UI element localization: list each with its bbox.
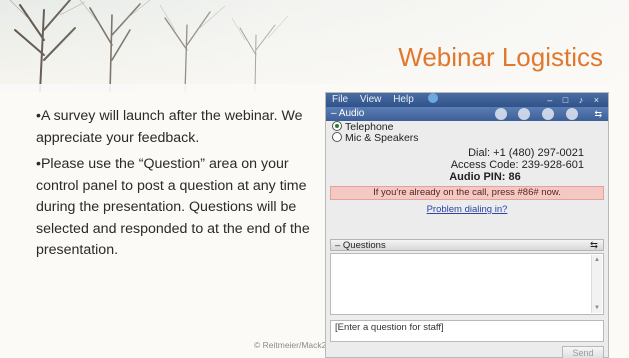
dial-info: Dial: +1 (480) 297-0021 Access Code: 239… — [326, 147, 608, 183]
questions-pin-icon[interactable]: ⇆ — [590, 240, 598, 252]
link-icon[interactable] — [542, 108, 555, 120]
slide-title: Webinar Logistics — [398, 42, 603, 72]
globe-icon[interactable] — [427, 93, 438, 103]
gotowebinar-control-panel: File View Help – □ ♪ × – Audio ⇆ Telepho… — [325, 92, 609, 358]
panel-menubar: File View Help – □ ♪ × — [326, 93, 608, 107]
questions-header-label: – Questions — [335, 240, 386, 251]
problem-dialing-link[interactable]: Problem dialing in? — [326, 204, 608, 215]
menu-help[interactable]: Help — [393, 94, 414, 105]
bullet-questions: •Please use the “Question” area on your … — [36, 156, 310, 258]
questions-section-header[interactable]: – Questions ⇆ — [330, 239, 604, 251]
access-code: Access Code: 239-928-601 — [450, 159, 584, 171]
dial-number: Dial: +1 (480) 297-0021 — [468, 147, 584, 159]
menu-file[interactable]: File — [332, 94, 348, 105]
telephone-radio[interactable] — [332, 121, 342, 131]
info-icon[interactable] — [494, 108, 507, 120]
window-controls[interactable]: – □ ♪ × — [547, 93, 603, 107]
slide-body: •A survey will launch after the webinar.… — [36, 106, 324, 267]
mic-speakers-radio[interactable] — [332, 132, 342, 142]
audio-option-mic[interactable]: Mic & Speakers — [326, 132, 608, 144]
bullet-survey: •A survey will launch after the webinar.… — [36, 108, 303, 146]
audio-pin: Audio PIN: 86 — [449, 171, 521, 183]
menu-view[interactable]: View — [360, 94, 382, 105]
questions-log[interactable]: ▲ ▼ — [330, 253, 604, 315]
share-icon[interactable] — [518, 108, 531, 120]
send-button[interactable]: Send — [562, 346, 604, 358]
audio-section-header[interactable]: – Audio ⇆ — [326, 107, 608, 121]
scroll-up-icon[interactable]: ▲ — [594, 257, 600, 263]
mic-speakers-label: Mic & Speakers — [345, 132, 419, 144]
questions-log-scrollbar[interactable]: ▲ ▼ — [591, 255, 602, 313]
eye-icon[interactable] — [566, 108, 578, 120]
audio-header-label: – Audio — [331, 108, 365, 119]
pin-icon[interactable]: ⇆ — [594, 107, 602, 121]
slide: Webinar Logistics •A survey will launch … — [0, 0, 629, 358]
question-input[interactable]: [Enter a question for staff] — [330, 320, 604, 342]
already-on-call-notice: If you're already on the call, press #86… — [330, 186, 604, 200]
scroll-down-icon[interactable]: ▼ — [594, 305, 600, 311]
